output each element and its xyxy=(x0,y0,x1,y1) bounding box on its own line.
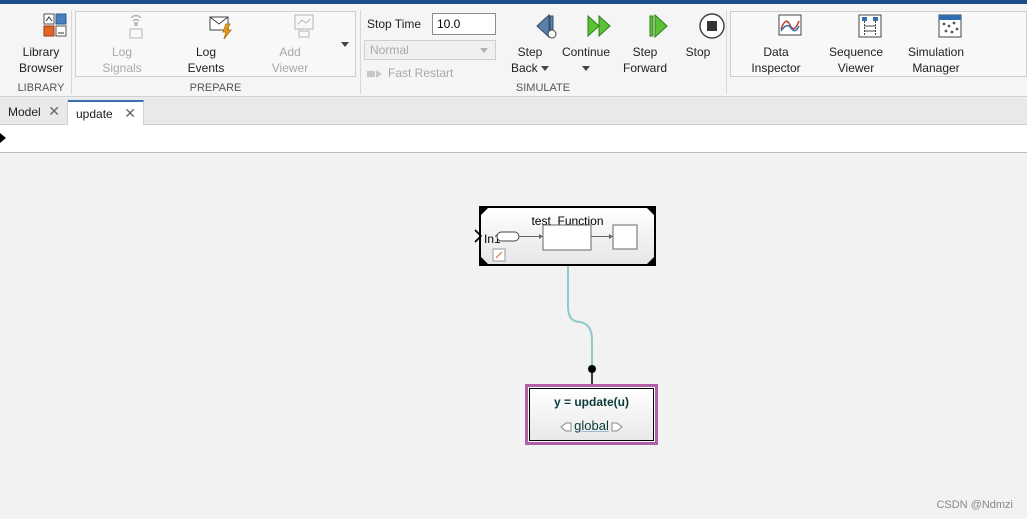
library-browser-label-line1: Library xyxy=(22,45,60,59)
sequence-viewer-icon xyxy=(842,12,882,40)
inner-block xyxy=(612,224,638,250)
fast-restart-button[interactable]: Fast Restart xyxy=(367,66,453,80)
data-inspector-button[interactable]: Data Inspector xyxy=(741,10,811,76)
prepare-section-label: PREPARE xyxy=(189,82,242,94)
subsystem-contents-preview xyxy=(474,208,654,264)
update-block-scope-label: global xyxy=(574,418,609,433)
library-section: Library Browser LIBRARY xyxy=(10,8,72,96)
close-icon[interactable]: ✕ xyxy=(124,105,136,122)
simulation-manager-label-line2: Manager xyxy=(912,61,960,75)
close-icon[interactable]: ✕ xyxy=(48,103,60,120)
log-signals-label-line2: Signals xyxy=(102,61,142,75)
simulate-section-label: SIMULATE xyxy=(515,82,571,94)
inner-block xyxy=(542,224,592,251)
tab-update[interactable]: update ✕ xyxy=(68,100,144,125)
tab-update-label: update xyxy=(76,107,113,121)
signal-line[interactable] xyxy=(567,266,593,369)
step-back-icon xyxy=(516,12,557,40)
ribbon-divider xyxy=(726,10,727,94)
breadcrumb xyxy=(0,125,1027,153)
log-signals-button[interactable]: Log Signals xyxy=(87,10,157,76)
log-events-label-line1: Log xyxy=(195,45,217,59)
step-back-label-text: Back xyxy=(510,61,538,75)
library-browser-icon xyxy=(27,12,67,40)
simulation-manager-button[interactable]: Simulation Manager xyxy=(901,10,971,76)
test-function-subsystem-block[interactable]: test_Function In1 xyxy=(474,206,656,266)
simulation-mode-value: Normal xyxy=(370,43,409,57)
stop-time-label: Stop Time xyxy=(367,17,422,31)
log-events-icon xyxy=(192,12,232,40)
add-viewer-label-line1: Add xyxy=(279,45,301,59)
log-signals-icon xyxy=(108,12,143,40)
log-signals-label-line1: Log xyxy=(111,45,133,59)
tab-model[interactable]: Model ✕ xyxy=(0,100,68,125)
simulation-manager-label-line1: Simulation xyxy=(907,45,965,59)
update-block-scope: global xyxy=(530,418,653,433)
tab-model-label: Model xyxy=(8,105,41,119)
stop-label: Stop xyxy=(685,45,711,59)
step-forward-label-line2: Forward xyxy=(622,61,667,75)
model-tab-bar: Model ✕ update ✕ xyxy=(0,98,1027,125)
watermark: CSDN @Ndmzi xyxy=(936,499,1013,511)
library-browser-button[interactable]: Library Browser xyxy=(6,10,76,76)
sequence-viewer-label-line2: Viewer xyxy=(837,61,875,75)
add-viewer-icon xyxy=(276,12,314,40)
model-canvas[interactable]: test_Function In1 y = update(u) global C xyxy=(0,154,1027,519)
stop-button[interactable]: Stop xyxy=(663,10,733,60)
stop-time-input[interactable] xyxy=(432,13,496,35)
chevron-down-icon xyxy=(541,66,550,72)
simulation-manager-icon xyxy=(922,12,962,40)
update-block-body: y = update(u) global xyxy=(529,388,654,441)
library-browser-label-line2: Browser xyxy=(18,61,63,75)
arrowhead-icon xyxy=(539,234,543,239)
update-function-block[interactable]: y = update(u) global xyxy=(525,384,658,445)
port-right-icon xyxy=(611,422,624,432)
arrowhead-icon xyxy=(609,234,613,239)
toolstrip: Library Browser LIBRARY Log Signals Log xyxy=(0,4,1027,97)
log-events-button[interactable]: Log Events xyxy=(171,10,241,76)
fast-restart-label: Fast Restart xyxy=(388,66,454,80)
library-section-label: LIBRARY xyxy=(17,82,65,94)
inport-icon xyxy=(496,231,520,242)
explorer-expand-chevron-right-icon[interactable] xyxy=(0,133,6,143)
data-inspector-label-line2: Inspector xyxy=(751,61,801,75)
simulation-mode-select[interactable]: Normal xyxy=(364,40,496,60)
update-block-signature: y = update(u) xyxy=(553,395,629,409)
add-viewer-label-line2: Viewer xyxy=(271,61,309,75)
chevron-down-icon xyxy=(480,48,488,53)
log-events-label-line2: Events xyxy=(187,61,225,75)
ribbon-divider xyxy=(71,10,72,94)
data-inspector-icon xyxy=(762,12,802,40)
continue-icon xyxy=(572,12,611,40)
stop-icon xyxy=(684,12,725,40)
data-inspector-label-line1: Data xyxy=(763,45,789,59)
port-left-icon xyxy=(559,422,572,432)
fast-restart-icon xyxy=(367,69,383,79)
step-forward-icon xyxy=(631,12,668,40)
sequence-viewer-label-line1: Sequence xyxy=(828,45,884,59)
add-viewer-button[interactable]: Add Viewer xyxy=(255,10,325,76)
sequence-viewer-button[interactable]: Sequence Viewer xyxy=(821,10,891,76)
prepare-expand-chevron-down-icon[interactable] xyxy=(341,42,349,47)
